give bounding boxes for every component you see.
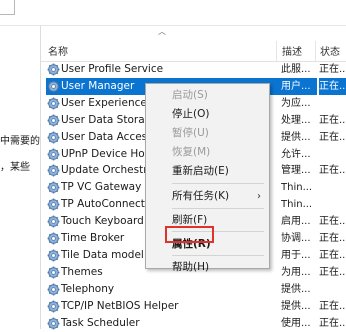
service-name: User Manager <box>61 79 135 92</box>
service-status: 正在... <box>319 114 346 126</box>
service-name: UPnP Device Host <box>61 147 155 160</box>
service-status: 正在... <box>319 300 346 312</box>
column-header-status[interactable]: 状态 <box>320 43 340 58</box>
gear-icon <box>47 215 60 228</box>
service-status: 正在... <box>319 249 346 261</box>
menu-item-resume[interactable]: 恢复(M) <box>146 143 269 162</box>
chevron-right-icon: › <box>257 191 261 202</box>
service-name: Time Broker <box>61 232 125 244</box>
service-description: 提供... <box>281 283 311 295</box>
service-name: Task Scheduler <box>61 316 140 329</box>
description-line: 中需要的 <box>0 136 40 147</box>
menu-item-pause[interactable]: 暂停(U) <box>146 124 269 143</box>
menu-separator <box>172 183 264 184</box>
service-description: 用户... <box>281 77 317 95</box>
service-description: 此服... <box>281 64 311 75</box>
toolbar-frame-corner <box>0 0 15 15</box>
service-name: Tile Data model s <box>61 248 153 261</box>
service-status: 正在... <box>319 165 346 177</box>
table-row[interactable]: TCP/IP NetBIOS Helper 提供... 正在... <box>41 298 346 315</box>
service-name-cell: User Profile Service <box>46 61 285 78</box>
gear-icon <box>47 283 60 296</box>
service-status <box>319 179 346 196</box>
gear-icon <box>47 148 60 161</box>
sort-caret-icon: ︿ <box>158 27 166 36</box>
gear-icon <box>47 63 60 76</box>
service-status <box>319 95 346 112</box>
service-description: 启用... <box>281 216 311 228</box>
service-name-cell: Telephony <box>46 281 285 298</box>
properties-highlight-box <box>165 226 214 243</box>
service-status <box>319 146 346 163</box>
list-header: 名称 描述 状态 <box>41 41 346 62</box>
service-status: 正在... <box>319 131 346 143</box>
service-status <box>319 281 346 298</box>
menu-item-restart[interactable]: 重新启动(E) <box>146 162 269 181</box>
service-status: 正在... <box>319 233 346 244</box>
context-menu: 启动(S) 停止(O) 暂停(U) 恢复(M) 重新启动(E) 所有任务(K) ›… <box>145 83 270 273</box>
service-name: TCP/IP NetBIOS Helper <box>61 299 179 312</box>
service-name: User Data Access <box>61 130 153 143</box>
service-description: 提供... <box>281 300 311 312</box>
menu-item-stop[interactable]: 停止(O) <box>146 105 269 124</box>
gear-icon <box>47 114 60 127</box>
service-description: 管理... <box>281 165 311 177</box>
service-description: 允许... <box>281 148 311 160</box>
column-header-name[interactable]: 名称 <box>48 43 68 58</box>
gear-icon <box>47 249 60 262</box>
service-description: 处理... <box>281 114 311 126</box>
gear-icon <box>47 97 60 110</box>
menu-item-help[interactable]: 帮助(H) <box>146 258 269 277</box>
table-row[interactable]: User Profile Service 此服... 正在... <box>41 61 346 78</box>
description-pane: 中需要的 ，某些 <box>0 26 40 329</box>
service-name: Touch Keyboard a <box>61 215 154 228</box>
gear-icon <box>47 164 60 177</box>
service-name: Themes <box>61 265 103 278</box>
gear-icon <box>47 300 60 313</box>
gear-icon <box>47 317 60 330</box>
gear-icon <box>47 232 60 245</box>
menu-item-all-tasks[interactable]: 所有任务(K) › <box>146 187 269 206</box>
table-row[interactable]: Telephony 提供... <box>41 281 346 298</box>
service-name: TP VC Gateway Se <box>61 181 158 194</box>
service-description: Thin... <box>281 199 313 211</box>
service-name: Update Orchestrat <box>61 164 159 177</box>
service-status: 正在... <box>319 64 346 75</box>
gear-icon <box>47 181 60 194</box>
gear-icon <box>47 266 60 279</box>
service-description: 提供... <box>281 131 311 143</box>
description-line: ，某些 <box>0 162 30 173</box>
menu-separator <box>172 208 264 209</box>
column-header-description[interactable]: 描述 <box>282 43 302 58</box>
service-description: 协调... <box>281 233 311 244</box>
service-description: 用于... <box>281 249 311 261</box>
service-description: 为应... <box>281 97 311 109</box>
menu-separator <box>172 255 264 256</box>
service-description: Thin... <box>281 182 313 194</box>
service-name: User Profile Service <box>61 63 164 75</box>
service-description: 为用... <box>281 266 311 278</box>
service-status: 正在... <box>319 266 346 278</box>
gear-icon <box>47 131 60 144</box>
gear-icon <box>47 80 60 93</box>
service-status: 正在... <box>319 216 346 228</box>
menu-item-start[interactable]: 启动(S) <box>146 86 269 105</box>
service-name: User Experience V <box>61 96 158 109</box>
service-name: TP AutoConnect S <box>61 198 155 211</box>
service-name-cell: TCP/IP NetBIOS Helper <box>46 298 285 315</box>
service-name: Telephony <box>61 282 115 295</box>
service-status: 正在... <box>319 77 346 95</box>
top-toolbar-strip <box>0 0 346 25</box>
gear-icon <box>47 198 60 211</box>
service-status <box>319 196 346 213</box>
service-name: User Data Storag <box>61 113 152 126</box>
